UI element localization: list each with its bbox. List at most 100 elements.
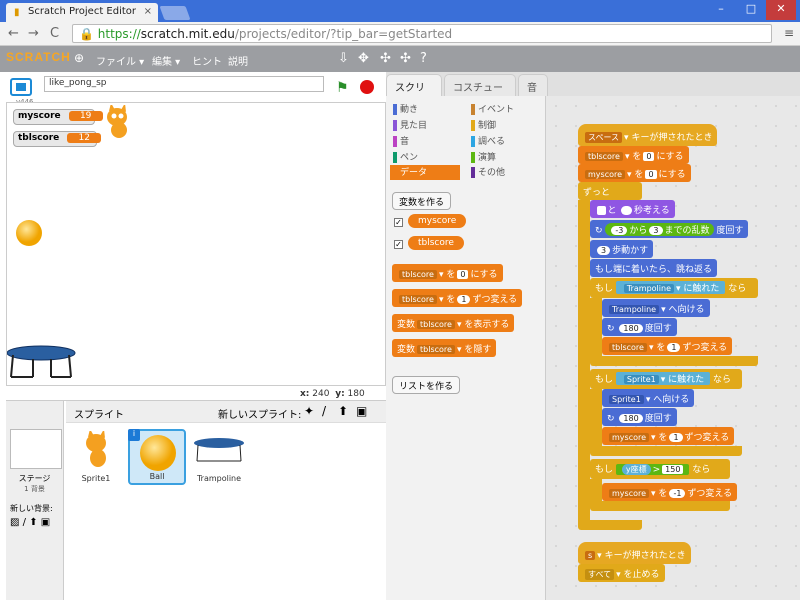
block-show-var[interactable]: 変数 tblscore ▾ を表示する: [392, 314, 515, 332]
block-move-steps[interactable]: 3 歩動かす: [590, 240, 654, 258]
sprite-camera-icon[interactable]: ▣: [356, 404, 367, 418]
reporter-tblscore[interactable]: tblscore: [408, 236, 464, 250]
language-globe-icon[interactable]: ⊕: [74, 51, 84, 65]
minimize-button[interactable]: –: [706, 0, 736, 20]
maximize-button[interactable]: □: [736, 0, 766, 20]
scratch-tab-icon: ▮: [14, 7, 20, 18]
block-turn-degrees[interactable]: ↻ 180 度回す: [602, 408, 677, 426]
backdrop-library-icon[interactable]: ▨: [10, 517, 19, 528]
greater-than-operator[interactable]: y座標 >150: [615, 464, 690, 475]
var-checkbox[interactable]: ✓: [394, 240, 403, 249]
touching-sensor[interactable]: Trampoline ▾ に触れた: [615, 281, 726, 294]
tab-scripts[interactable]: スクリプト: [386, 74, 442, 109]
browser-tab[interactable]: ▮ Scratch Project Editor ×: [6, 3, 158, 22]
category-pen[interactable]: ペン: [390, 150, 460, 165]
block-set-tblscore[interactable]: tblscore ▾ を 0 にする: [578, 146, 689, 164]
sprite-tile-sprite1[interactable]: Sprite1: [68, 429, 124, 485]
forever-block[interactable]: ずっと: [578, 182, 642, 200]
delete-tool-icon[interactable]: ✥: [358, 51, 369, 66]
block-change-myscore[interactable]: myscore ▾ を -1 ずつ変える: [602, 483, 738, 501]
block-change-tblscore[interactable]: tblscore ▾ を 1 ずつ変える: [602, 337, 733, 355]
trampoline-sprite[interactable]: [6, 343, 77, 383]
when-key-pressed-hat[interactable]: スペース ▾ キーが押されたとき: [578, 124, 718, 146]
ball-sprite[interactable]: [15, 219, 43, 247]
sprite-library-icon[interactable]: ✦: [304, 404, 314, 418]
sprites-title: スプライト: [74, 410, 124, 421]
category-control[interactable]: 制御: [468, 118, 538, 133]
tab-costumes[interactable]: コスチューム: [444, 74, 516, 109]
if-touching-sprite1[interactable]: もし Sprite1 ▾ に触れた なら: [590, 369, 742, 389]
touching-sensor[interactable]: Sprite1 ▾ に触れた: [615, 372, 711, 385]
reload-icon[interactable]: C: [50, 25, 59, 43]
block-stop-all[interactable]: すべて ▾ を止める: [578, 564, 665, 582]
grow-tool-icon[interactable]: ✣: [380, 51, 391, 66]
pick-random-reporter[interactable]: -3 から 3 までの乱数: [605, 223, 714, 236]
menu-about[interactable]: 説明: [228, 53, 248, 68]
monitor-myscore[interactable]: myscore 19: [13, 109, 103, 125]
url-bar[interactable]: 🔒 https://scratch.mit.edu/projects/edito…: [72, 24, 772, 43]
close-window-button[interactable]: ✕: [766, 0, 796, 20]
backdrop-paint-icon[interactable]: /: [23, 517, 26, 528]
category-sound[interactable]: 音: [390, 134, 460, 149]
scripts-area[interactable]: スペース ▾ キーが押されたとき tblscore ▾ を 0 にする myscore ▾…: [546, 96, 800, 600]
category-sensing[interactable]: 調べる: [468, 134, 538, 149]
block-bounce-on-edge[interactable]: もし端に着いたら、跳ね返る: [590, 259, 718, 277]
menu-file[interactable]: ファイル ▾: [96, 53, 144, 68]
sprite-paint-icon[interactable]: /: [322, 404, 326, 418]
when-key-pressed-hat[interactable]: s ▾ キーが押されたとき: [578, 542, 691, 564]
block-point-towards[interactable]: Sprite1 ▾ へ向ける: [602, 389, 695, 407]
fullscreen-button[interactable]: [10, 78, 32, 96]
if-touching-trampoline[interactable]: もし Trampoline ▾ に触れた なら: [590, 278, 758, 298]
block-change-myscore[interactable]: myscore ▾ を 1 ずつ変える: [602, 427, 735, 445]
scratch-logo[interactable]: SCRATCH: [6, 50, 71, 64]
block-turn-random[interactable]: ↻ -3 から 3 までの乱数 度回す: [590, 220, 749, 238]
project-name-input[interactable]: like_pong_sp: [44, 76, 324, 92]
backdrop-camera-icon[interactable]: ▣: [41, 517, 50, 528]
category-swatch: [471, 152, 475, 163]
back-icon[interactable]: ←: [8, 25, 19, 43]
shrink-tool-icon[interactable]: ✣: [400, 51, 411, 66]
backdrop-upload-icon[interactable]: ⬆: [29, 517, 37, 528]
menu-edit[interactable]: 編集 ▾: [152, 53, 180, 68]
var-checkbox[interactable]: ✓: [394, 218, 403, 227]
category-more[interactable]: その他: [468, 165, 538, 180]
monitor-tblscore[interactable]: tblscore 12: [13, 131, 102, 147]
stage[interactable]: myscore 19 tblscore 12: [6, 102, 386, 386]
category-events[interactable]: イベント: [468, 102, 538, 117]
new-tab-button[interactable]: [159, 6, 191, 20]
block-point-towards[interactable]: Trampoline ▾ へ向ける: [602, 299, 710, 317]
category-motion[interactable]: 動き: [390, 102, 460, 117]
block-turn-degrees[interactable]: ↻ 180 度回す: [602, 318, 677, 336]
block-think-for-secs[interactable]: と 秒考える: [590, 200, 675, 218]
new-sprite-label: 新しいスプライト:: [218, 410, 302, 421]
sprite-tile-trampoline[interactable]: Trampoline: [190, 429, 248, 485]
browser-menu-icon[interactable]: ≡: [784, 26, 794, 40]
category-operators[interactable]: 演算: [468, 150, 538, 165]
make-list-button[interactable]: リストを作る: [392, 376, 461, 394]
forward-icon[interactable]: →: [28, 25, 39, 43]
sprite-upload-icon[interactable]: ⬆: [338, 404, 348, 418]
text-slot[interactable]: [597, 206, 606, 215]
block-change-var[interactable]: tblscore ▾ を 1 ずつ変える: [392, 289, 523, 307]
help-tool-icon[interactable]: ?: [420, 51, 427, 66]
duplicate-tool-icon[interactable]: ⇩: [338, 51, 349, 66]
make-variable-button[interactable]: 変数を作る: [392, 192, 452, 210]
block-set-var[interactable]: tblscore ▾ を 0 にする: [392, 264, 503, 282]
block-hide-var[interactable]: 変数 tblscore ▾ を隠す: [392, 339, 497, 357]
sprite1-cat[interactable]: [99, 105, 139, 139]
green-flag-icon[interactable]: ⚑: [336, 80, 349, 96]
number-slot[interactable]: [621, 206, 632, 215]
category-swatch: [471, 120, 475, 131]
tab-sounds[interactable]: 音: [518, 74, 548, 96]
menu-tips[interactable]: ヒント: [192, 53, 222, 68]
tab-close-icon[interactable]: ×: [144, 6, 152, 17]
category-data[interactable]: データ: [390, 165, 460, 180]
if-y-greater-than[interactable]: もし y座標 >150 なら: [590, 459, 730, 479]
if-foot: [590, 446, 742, 456]
stop-sign-icon[interactable]: [360, 80, 374, 94]
sprite-tile-ball[interactable]: i Ball: [128, 429, 186, 485]
block-set-myscore[interactable]: myscore ▾ を 0 にする: [578, 164, 691, 182]
category-looks[interactable]: 見た目: [390, 118, 460, 133]
reporter-myscore[interactable]: myscore: [408, 214, 467, 228]
stage-thumbnail[interactable]: [10, 429, 62, 469]
